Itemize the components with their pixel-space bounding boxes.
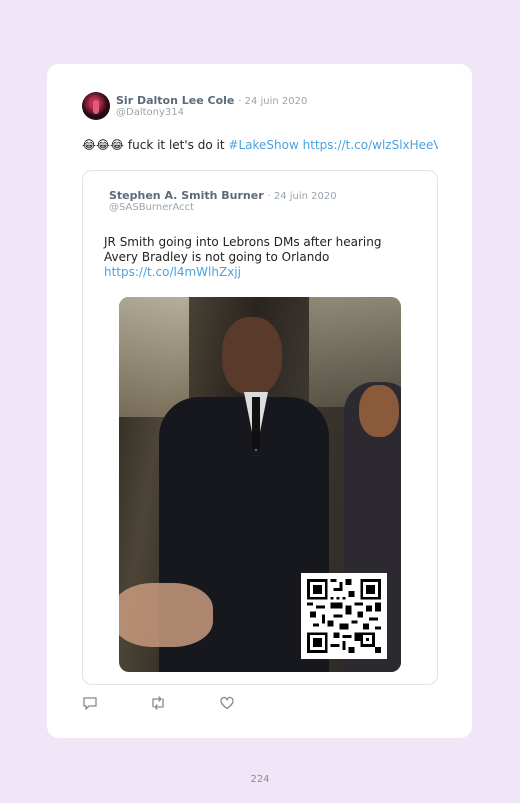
author-name-row: Sir Dalton Lee Cole · 24 juin 2020 bbox=[116, 94, 307, 107]
tweet-link[interactable]: https://t.co/wlzSlxHeeVc bbox=[303, 138, 438, 152]
retweet-icon[interactable] bbox=[149, 695, 167, 711]
tweet-body: fuck it let's do it bbox=[127, 138, 225, 152]
author-name[interactable]: Sir Dalton Lee Cole bbox=[116, 94, 234, 107]
emoji-text: 😂😂😂 bbox=[82, 138, 125, 152]
tweet-text: 😂😂😂 fuck it let's do it #LakeShow https:… bbox=[82, 138, 438, 152]
quoted-author-name[interactable]: Stephen A. Smith Burner bbox=[109, 189, 264, 202]
quoted-handle[interactable]: @SASBurnerAcct bbox=[109, 202, 194, 213]
author-avatar[interactable] bbox=[82, 92, 110, 120]
tweet-date[interactable]: · 24 juin 2020 bbox=[238, 96, 307, 107]
heart-icon[interactable] bbox=[219, 695, 237, 711]
quoted-media-thumbnail[interactable] bbox=[119, 297, 401, 672]
reply-icon[interactable] bbox=[82, 695, 100, 711]
page-number: 224 bbox=[250, 774, 270, 785]
quoted-text: JR Smith going into Lebrons DMs after he… bbox=[104, 235, 404, 280]
qr-code-icon[interactable] bbox=[301, 573, 387, 659]
background-person-head bbox=[359, 385, 399, 437]
quoted-date[interactable]: · 24 juin 2020 bbox=[267, 191, 336, 202]
tweet-card: Sir Dalton Lee Cole · 24 juin 2020 @Dalt… bbox=[47, 64, 472, 738]
quoted-author-row: Stephen A. Smith Burner · 24 juin 2020 bbox=[109, 189, 337, 202]
hashtag-link[interactable]: #LakeShow bbox=[228, 138, 298, 152]
quoted-link[interactable]: https://t.co/l4mWlhZxjj bbox=[104, 265, 404, 280]
quoted-text-line1: JR Smith going into Lebrons DMs after he… bbox=[104, 235, 382, 249]
quoted-text-line2: Avery Bradley is not going to Orlando bbox=[104, 250, 330, 264]
quoted-tweet[interactable]: Stephen A. Smith Burner · 24 juin 2020 @… bbox=[82, 170, 438, 685]
man-head bbox=[222, 317, 282, 395]
black-tie bbox=[252, 397, 260, 449]
foreground-hand bbox=[119, 583, 213, 647]
background-light bbox=[119, 297, 189, 417]
author-handle[interactable]: @Daltony314 bbox=[116, 107, 184, 118]
